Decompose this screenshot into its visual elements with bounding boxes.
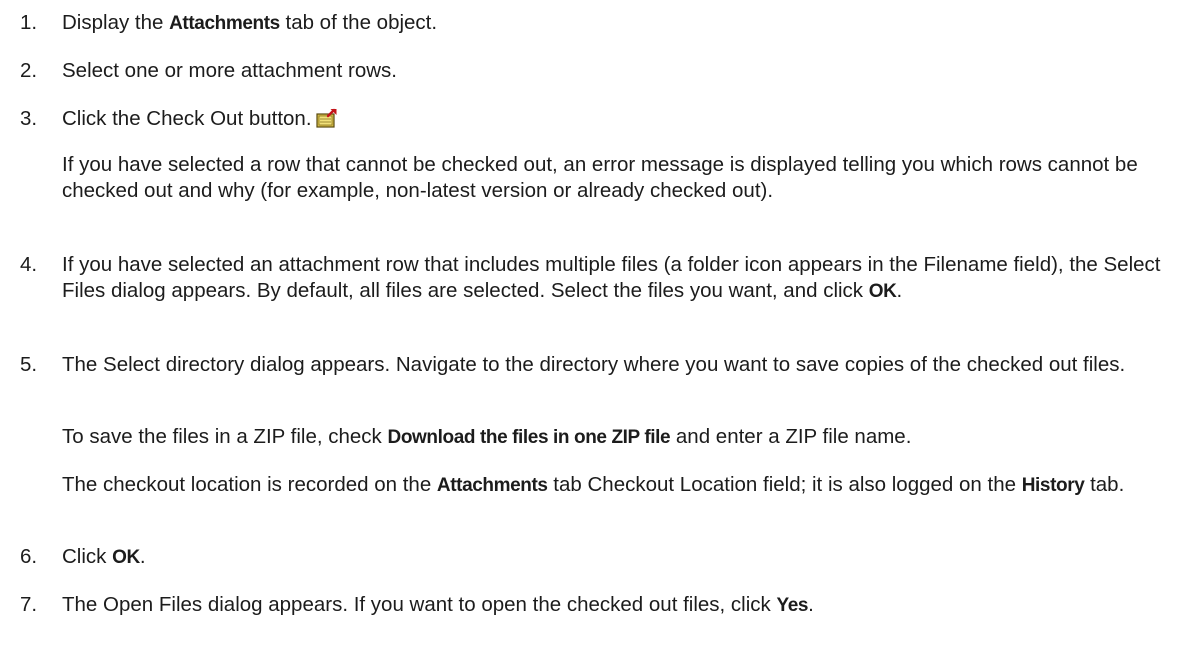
ui-term-attachments: Attachments: [436, 475, 548, 496]
step-text-part: tab Checkout Location field; it is also …: [547, 473, 1022, 496]
check-out-icon: [315, 108, 338, 135]
step-text-part: and enter a ZIP file name.: [670, 425, 912, 448]
step-text: Display the Attachments tab of the objec…: [62, 10, 1190, 37]
step-text-part: Display the: [62, 11, 170, 34]
instruction-document: 1. Display the Attachments tab of the ob…: [0, 0, 1195, 646]
step-number: 7.: [20, 593, 38, 616]
step-number: 6.: [20, 545, 38, 568]
step-text-part: The checkout location is recorded on the: [62, 473, 437, 496]
step-3-note: If you have selected a row that cannot b…: [62, 153, 1138, 202]
step-5-zip-note: To save the files in a ZIP file, check D…: [62, 424, 1190, 451]
ui-term-history: History: [1021, 475, 1085, 496]
step-text-part: Click: [62, 545, 113, 568]
step-text-part: .: [139, 545, 146, 568]
step-number: 3.: [20, 107, 38, 130]
step-text-part: The Open Files dialog appears. If you wa…: [62, 593, 777, 616]
step-text: Click OK.: [62, 544, 1190, 571]
ui-term-ok: OK: [868, 281, 897, 302]
step-text-part: Click the Check Out button.: [62, 107, 312, 130]
step-number: 5.: [20, 353, 38, 376]
ui-term-download-zip: Download the files in one ZIP file: [387, 427, 671, 448]
step-text-part: .: [896, 279, 903, 302]
step-text: Click the Check Out button.: [62, 106, 1190, 135]
step-text: The Open Files dialog appears. If you wa…: [62, 592, 1190, 619]
ui-term-ok: OK: [112, 547, 140, 568]
step-text: If you have selected an attachment row t…: [62, 252, 1190, 305]
step-text-part: If you have selected an attachment row t…: [62, 253, 1161, 302]
step-number: 2.: [20, 59, 38, 82]
step-text-part: tab.: [1084, 473, 1125, 496]
step-number: 1.: [20, 11, 38, 34]
step-5-location-note: The checkout location is recorded on the…: [62, 472, 1142, 499]
step-text-part: .: [808, 593, 814, 616]
ui-term-attachments: Attachments: [169, 13, 280, 34]
step-text: The Select directory dialog appears. Nav…: [62, 353, 1126, 376]
step-text-part: To save the files in a ZIP file, check: [62, 425, 388, 448]
step-text-part: tab of the object.: [279, 11, 438, 34]
ui-term-yes: Yes: [776, 595, 809, 616]
step-text: Select one or more attachment rows.: [62, 59, 397, 82]
step-number: 4.: [20, 253, 38, 276]
